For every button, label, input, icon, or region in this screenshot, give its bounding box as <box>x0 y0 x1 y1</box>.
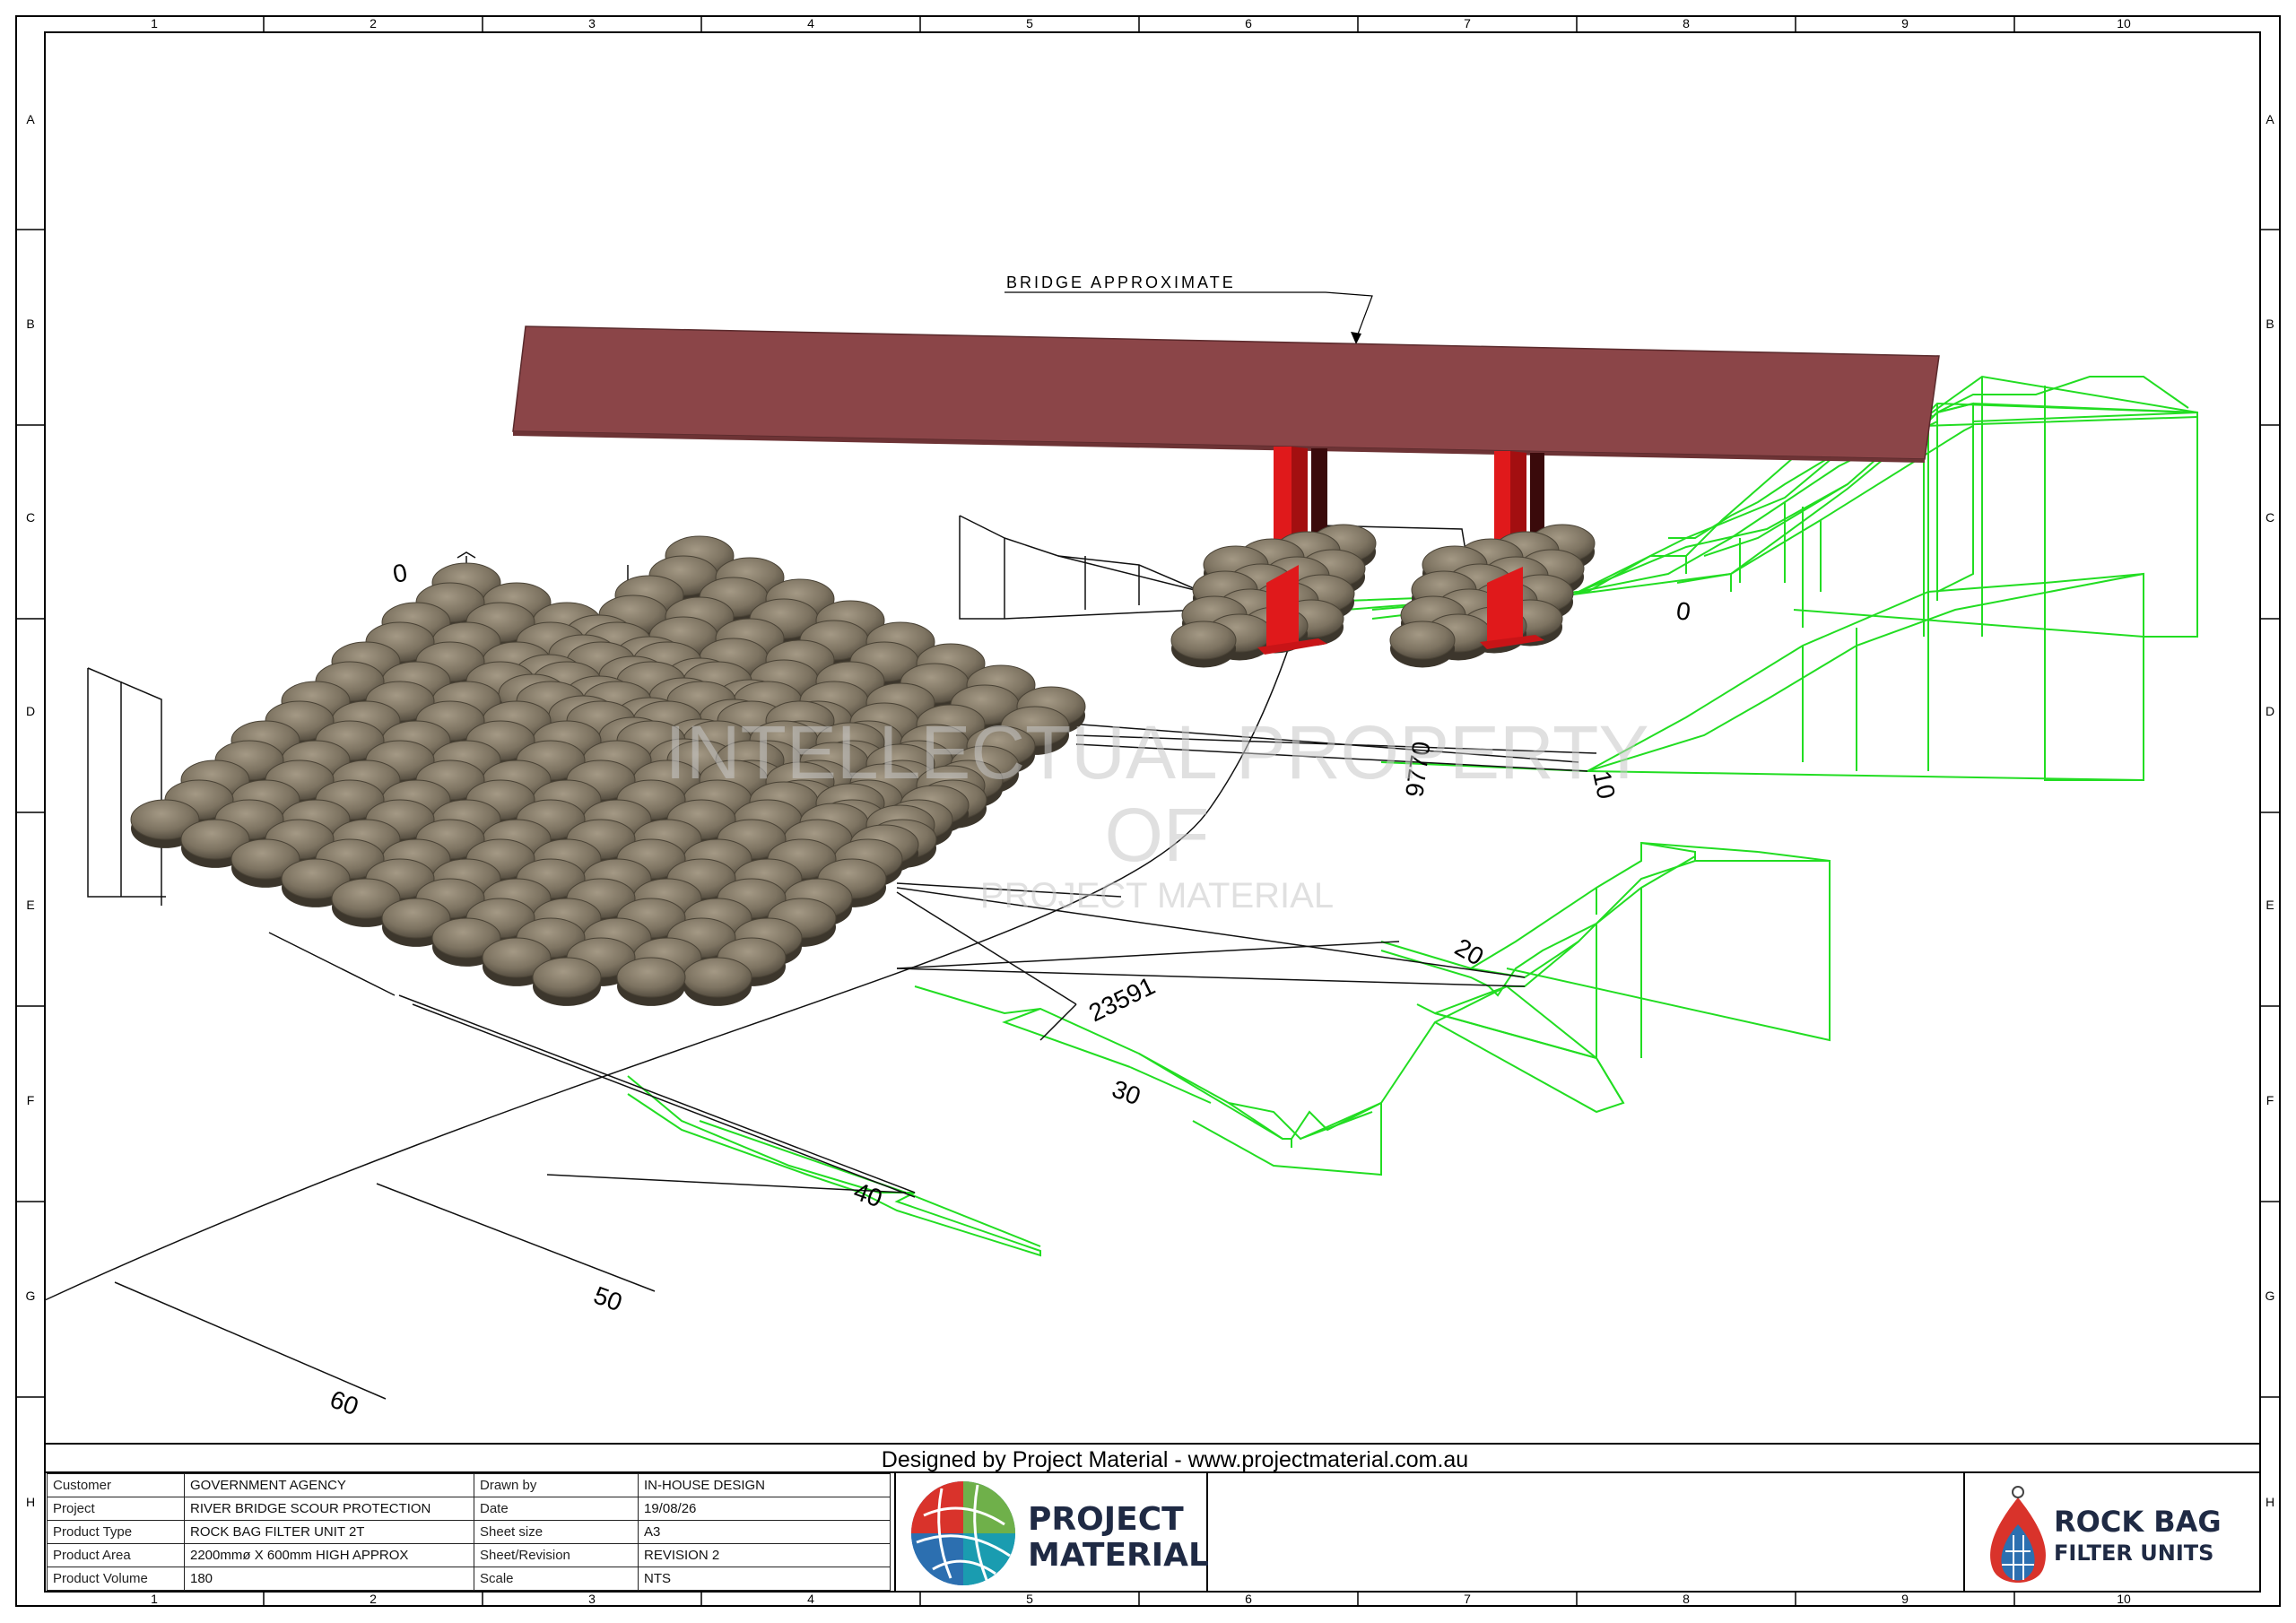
title-block-value-2-cell: NTS <box>638 1567 891 1591</box>
title-block-value-cell: ROCK BAG FILTER UNIT 2T <box>184 1520 474 1544</box>
grid-column-label: 8 <box>1683 16 1690 30</box>
title-block-table: Customer GOVERNMENT AGENCY Drawn by IN-HOUS… <box>47 1473 891 1591</box>
grid-column-label: 4 <box>807 16 814 30</box>
rock-bag <box>1389 621 1456 668</box>
logo-right-line-2: FILTER UNITS <box>2054 1541 2213 1566</box>
dim-label-50: 50 <box>590 1281 626 1317</box>
title-block-label-2-cell: Sheet/Revision <box>474 1543 639 1567</box>
grid-column-label: 10 <box>2117 16 2131 30</box>
rock-bag <box>1170 621 1237 668</box>
grid-column-label: 1 <box>151 16 158 30</box>
grid-column-label: 1 <box>151 1592 158 1606</box>
title-block-label-2-cell: Sheet size <box>474 1520 639 1544</box>
title-block-row: Product Area 2200mmø X 600mm HIGH APPROX S… <box>47 1543 891 1567</box>
dim-label-20: 20 <box>1450 933 1488 970</box>
grid-column-label: 7 <box>1464 16 1471 30</box>
grid-column-label: 8 <box>1683 1592 1690 1606</box>
title-block-label-cell: Project <box>47 1497 185 1521</box>
rock-bag-icon <box>1990 1486 2046 1583</box>
dim-label-40: 40 <box>850 1177 886 1213</box>
grid-row-label: D <box>2266 704 2274 718</box>
grid-column-label: 6 <box>1245 16 1252 30</box>
grid-row-label: H <box>2266 1495 2274 1509</box>
rock-bag <box>616 957 686 1006</box>
grid-column-label: 9 <box>1901 16 1909 30</box>
title-block-value-2-cell: A3 <box>638 1520 891 1544</box>
grid-row-label: F <box>2266 1093 2274 1107</box>
title-block-label-2-cell: Drawn by <box>474 1473 639 1497</box>
title-block-row: Product Volume 180 Scale NTS <box>47 1567 891 1591</box>
title-block-row: Project RIVER BRIDGE SCOUR PROTECTION Date… <box>47 1497 891 1521</box>
bridge-deck <box>512 325 1940 463</box>
title-block-label-cell: Product Area <box>47 1543 185 1567</box>
grid-row-label: B <box>2266 317 2274 331</box>
rock-bag <box>683 957 752 1006</box>
grid-column-label: 7 <box>1464 1592 1471 1606</box>
grid-column-label: 5 <box>1026 16 1033 30</box>
grid-row-label: G <box>2266 1289 2275 1303</box>
title-block-label-cell: Product Type <box>47 1520 185 1544</box>
grid-column-label: 10 <box>2117 1592 2131 1606</box>
globe-mosaic-icon <box>911 1481 1015 1585</box>
dim-label-30: 30 <box>1109 1075 1144 1111</box>
grid-row-label: G <box>26 1289 36 1303</box>
grid-row-label: E <box>26 898 34 912</box>
logo-left-line-2: MATERIAL <box>1028 1537 1209 1574</box>
bridge-callout-label: BRIDGE APPROXIMATE <box>1006 273 1236 291</box>
title-block-value-2-cell: IN-HOUSE DESIGN <box>638 1473 891 1497</box>
grid-row-label: E <box>2266 898 2274 912</box>
rock-bag-filter-units-logo: ROCK BAG FILTER UNITS <box>1990 1486 2222 1583</box>
grid-column-label: 6 <box>1245 1592 1252 1606</box>
grid-column-label: 3 <box>588 16 596 30</box>
title-block-value-cell: RIVER BRIDGE SCOUR PROTECTION <box>184 1497 474 1521</box>
project-material-logo: PROJECT MATERIAL <box>911 1481 1209 1585</box>
drawing-sheet: 1 1 2 2 3 3 4 4 5 5 6 6 7 7 8 8 9 9 10 10 A A B B C C D D E E F F G G H H <box>15 15 2281 1607</box>
grid-row-label: A <box>2266 112 2274 126</box>
grid-row-label: D <box>26 704 35 718</box>
title-block-label-cell: Customer <box>47 1473 185 1497</box>
grid-row-label: C <box>26 510 35 525</box>
dim-label-60: 60 <box>326 1385 362 1421</box>
grid-row-label: C <box>2266 510 2274 525</box>
title-block-value-cell: GOVERNMENT AGENCY <box>184 1473 474 1497</box>
title-block-label-cell: Product Volume <box>47 1567 185 1591</box>
watermark-line-3: PROJECT MATERIAL <box>980 876 1334 916</box>
grid-column-label: 4 <box>807 1592 814 1606</box>
grid-column-label: 9 <box>1901 1592 1909 1606</box>
grid-row-label: B <box>26 317 34 331</box>
title-block-row: Product Type ROCK BAG FILTER UNIT 2T Sheet… <box>47 1520 891 1544</box>
title-block-value-cell: 2200mmø X 600mm HIGH APPROX <box>184 1543 474 1567</box>
logo-right-line-1: ROCK BAG <box>2054 1505 2222 1539</box>
watermark-line-2: OF <box>1105 793 1210 877</box>
grid-row-label: H <box>26 1495 35 1509</box>
title-block-label-2-cell: Date <box>474 1497 639 1521</box>
dim-label-0-left: 0 <box>391 559 410 588</box>
rock-bag <box>532 957 602 1006</box>
title-block-row: Customer GOVERNMENT AGENCY Drawn by IN-HOUS… <box>47 1473 891 1497</box>
title-block-value-2-cell: 19/08/26 <box>638 1497 891 1521</box>
title-block-value-2-cell: REVISION 2 <box>638 1543 891 1567</box>
grid-row-label: F <box>27 1093 35 1107</box>
grid-row-label: A <box>26 112 35 126</box>
watermark-line-1: INTELLECTUAL PROPERTY <box>665 710 1649 794</box>
grid-column-label: 2 <box>370 1592 377 1606</box>
designed-by-banner: Designed by Project Material - www.proje… <box>881 1447 1469 1472</box>
title-block-value-cell: 180 <box>184 1567 474 1591</box>
grid-column-label: 2 <box>370 16 377 30</box>
grid-column-label: 5 <box>1026 1592 1033 1606</box>
logo-left-line-1: PROJECT <box>1028 1501 1184 1538</box>
grid-column-label: 3 <box>588 1592 596 1606</box>
bridge-callout: BRIDGE APPROXIMATE <box>1004 273 1373 344</box>
title-block-label-2-cell: Scale <box>474 1567 639 1591</box>
dim-label-23591: 23591 <box>1084 971 1160 1027</box>
dim-label-0-top: 0 <box>1674 596 1692 626</box>
